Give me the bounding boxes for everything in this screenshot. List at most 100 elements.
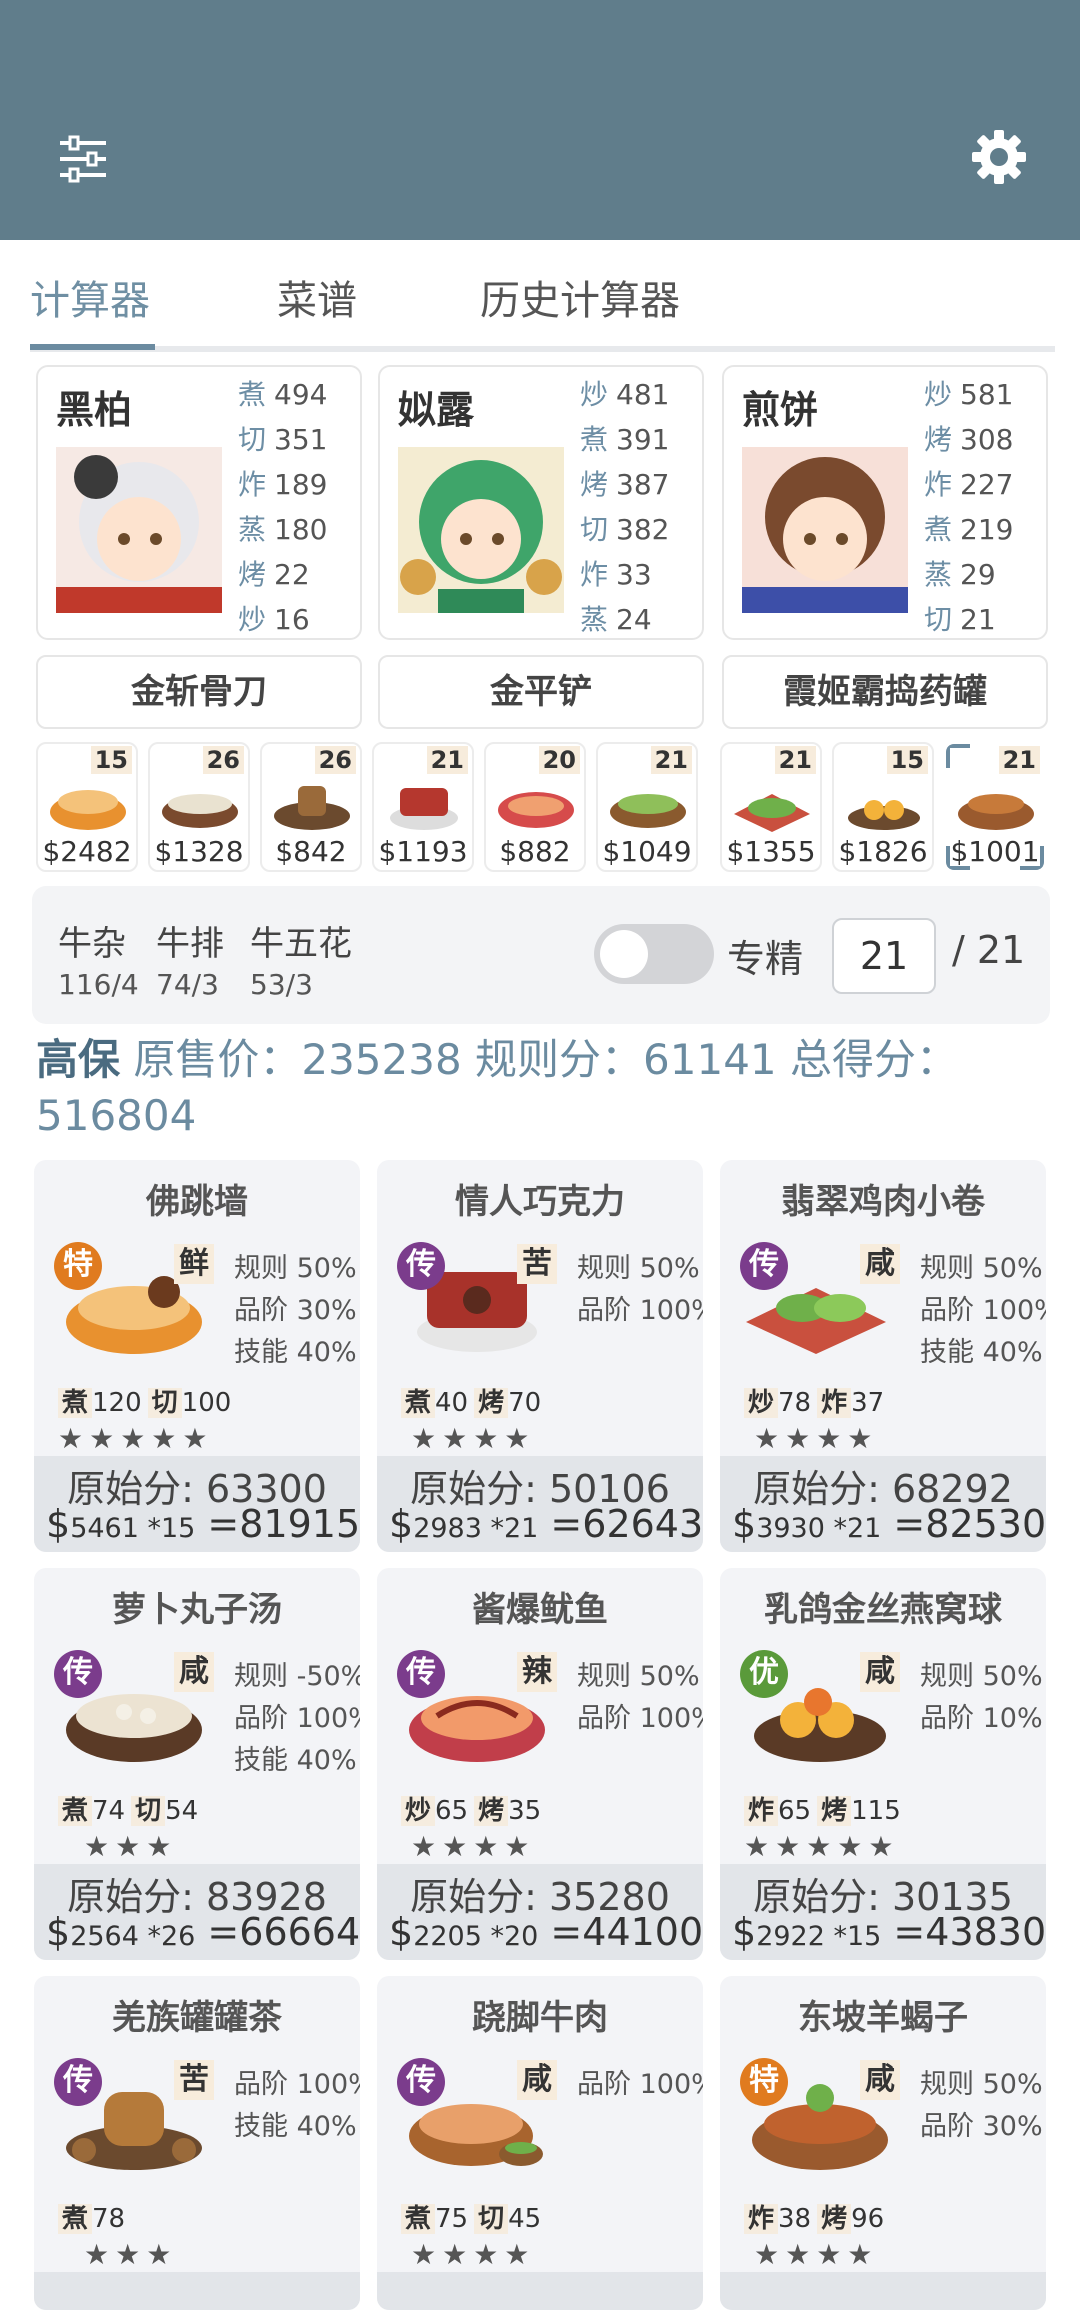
star-rating: ★★★ xyxy=(84,2238,178,2271)
dish-count: 26 xyxy=(314,746,356,774)
dish-slot-selected[interactable]: 21 $1001 xyxy=(944,742,1046,872)
specialize-toggle[interactable] xyxy=(594,924,714,984)
req-value: 65 xyxy=(778,1796,812,1826)
req-value: 115 xyxy=(851,1796,901,1826)
price-calc: $2983 *21 =62643 xyxy=(389,1502,703,1546)
summary-text: 原售价：235238 规则分：61141 总得分：516804 xyxy=(36,1035,959,1140)
flavor-badge: 辣 xyxy=(517,1652,557,1692)
req-skill: 烤 xyxy=(474,1796,509,1826)
skill-type: 炒 xyxy=(238,603,267,636)
recipe-rules: 规则 50% 品阶 100% xyxy=(577,1246,703,1330)
dish-slot[interactable]: 15 $2482 xyxy=(36,742,138,872)
skill-value: 22 xyxy=(274,558,310,591)
rule-line: 技能 40% xyxy=(920,1337,1043,1368)
dish-slot[interactable]: 21 $1049 xyxy=(596,742,698,872)
skill-value: 387 xyxy=(616,468,670,501)
skill-requirements: 炒 78 炸 37 xyxy=(744,1382,890,1419)
recipe-card[interactable]: 跷脚牛肉 传 咸 品阶 100% 煮 75 切 45 ★★★★ xyxy=(377,1976,703,2310)
chef-skills: 煮 494 切 351 炸 189 蒸 180 烤 22 炒 16 xyxy=(238,373,364,643)
score-panel xyxy=(720,2272,1046,2310)
price-calc: $5461 *15 =81915 xyxy=(46,1502,360,1546)
recipe-rules: 规则 -50% 品阶 100% 技能 40% xyxy=(234,1654,360,1780)
price-multiplier: 2922 *15 xyxy=(756,1921,882,1952)
chef-name: 黑柏 xyxy=(56,388,133,432)
dish-price: $1049 xyxy=(602,835,692,868)
equipment-slot[interactable]: 金斩骨刀 xyxy=(36,655,362,729)
recipe-card[interactable]: 酱爆鱿鱼 传 辣 规则 50% 品阶 100% 炒 65 烤 35 ★★★★ 原始分:… xyxy=(377,1568,703,1960)
req-skill: 炸 xyxy=(744,1796,779,1826)
dish-price: $1826 xyxy=(838,835,928,868)
dish-count: 21 xyxy=(998,746,1040,774)
rarity-badge: 传 xyxy=(397,1242,445,1290)
req-skill: 切 xyxy=(474,2204,509,2234)
skill-type: 煮 xyxy=(924,513,953,546)
equipment-slot[interactable]: 金平铲 xyxy=(378,655,704,729)
req-value: 45 xyxy=(508,2204,542,2234)
dish-count: 21 xyxy=(650,746,692,774)
req-value: 96 xyxy=(851,2204,885,2234)
recipe-total: 81915 xyxy=(239,1502,360,1546)
equipment-slot[interactable]: 霞姬霸捣药罐 xyxy=(722,655,1048,729)
gear-icon[interactable] xyxy=(970,128,1028,186)
recipe-card[interactable]: 萝卜丸子汤 传 咸 规则 -50% 品阶 100% 技能 40% 煮 74 切 54 … xyxy=(34,1568,360,1960)
chef-card[interactable]: 煎饼 炒 581 烤 308 炸 227 煮 219 蒸 29 切 21 xyxy=(722,365,1048,640)
dish-slot[interactable]: 20 $882 xyxy=(484,742,586,872)
req-value: 78 xyxy=(92,2204,126,2234)
tab-calculator[interactable]: 计算器 xyxy=(30,268,150,326)
chef-card[interactable]: 黑柏 煮 494 切 351 炸 189 蒸 180 烤 22 炒 16 xyxy=(36,365,362,640)
recipe-card[interactable]: 东坡羊蝎子 特 咸 规则 50% 品阶 30% 炸 38 烤 96 ★★★★ xyxy=(720,1976,1046,2310)
skill-value: 21 xyxy=(960,603,996,636)
req-skill: 煮 xyxy=(58,1388,93,1418)
recipe-rules: 规则 50% 品阶 100% 技能 40% xyxy=(920,1246,1046,1372)
score-panel: 原始分: 63300 $5461 *15 =81915 xyxy=(34,1456,360,1552)
recipe-card[interactable]: 羌族罐罐茶 传 苦 品阶 100% 技能 40% 煮 78 ★★★ xyxy=(34,1976,360,2310)
skill-value: 481 xyxy=(616,378,670,411)
skill-value: 494 xyxy=(274,378,328,411)
req-value: 65 xyxy=(435,1796,469,1826)
star-rating: ★★★★ xyxy=(411,2238,536,2271)
req-value: 74 xyxy=(92,1796,126,1826)
skill-value: 219 xyxy=(960,513,1014,546)
rule-line: 规则 50% xyxy=(920,1661,1043,1692)
req-skill: 炒 xyxy=(744,1388,779,1418)
price-calc: $2922 *15 =43830 xyxy=(732,1910,1046,1954)
filter-sliders-icon[interactable] xyxy=(58,135,108,183)
dish-slot[interactable]: 26 $842 xyxy=(260,742,362,872)
skill-requirements: 煮 40 烤 70 xyxy=(401,1382,547,1419)
skill-type: 炸 xyxy=(580,558,609,591)
tab-history-calculator[interactable]: 历史计算器 xyxy=(480,268,680,326)
skill-type: 切 xyxy=(238,423,267,456)
rule-line: 规则 50% xyxy=(920,2069,1043,2100)
skill-type: 炒 xyxy=(924,378,953,411)
tab-recipes[interactable]: 菜谱 xyxy=(277,268,357,326)
skill-type: 炒 xyxy=(580,378,609,411)
dish-slot[interactable]: 15 $1826 xyxy=(832,742,934,872)
chef-card[interactable]: 姒露 炒 481 煮 391 烤 387 切 382 炸 33 蒸 24 xyxy=(378,365,704,640)
recipe-card[interactable]: 翡翠鸡肉小卷 传 咸 规则 50% 品阶 100% 技能 40% 炒 78 炸 37 … xyxy=(720,1160,1046,1552)
selection-corner xyxy=(946,744,970,768)
price-multiplier: 2564 *26 xyxy=(70,1921,196,1952)
recipe-card[interactable]: 情人巧克力 传 苦 规则 50% 品阶 100% 煮 40 烤 70 ★★★★ 原始分… xyxy=(377,1160,703,1552)
dish-image xyxy=(162,794,238,828)
flavor-badge: 咸 xyxy=(517,2060,557,2100)
flavor-badge: 咸 xyxy=(860,1244,900,1284)
rule-line: 规则 50% xyxy=(920,1253,1043,1284)
score-panel: 原始分: 83928 $2564 *26 =66664 xyxy=(34,1864,360,1960)
dish-slot[interactable]: 21 $1355 xyxy=(720,742,822,872)
dish-slot[interactable]: 26 $1328 xyxy=(148,742,250,872)
recipe-card[interactable]: 乳鸽金丝燕窝球 优 咸 规则 50% 品阶 10% 炸 65 烤 115 ★★★★★ … xyxy=(720,1568,1046,1960)
ingredient-stats: 53/3 xyxy=(250,968,313,1001)
dish-count: 15 xyxy=(886,746,928,774)
recipe-total: 62643 xyxy=(582,1502,703,1546)
star-rating: ★★★★★ xyxy=(744,1830,900,1863)
recipe-rules: 规则 50% 品阶 30% 技能 40% xyxy=(234,1246,357,1372)
count-input[interactable]: 21 xyxy=(832,918,936,994)
dish-count: 21 xyxy=(426,746,468,774)
req-value: 35 xyxy=(508,1796,542,1826)
skill-value: 581 xyxy=(960,378,1014,411)
recipe-card[interactable]: 佛跳墙 特 鲜 规则 50% 品阶 30% 技能 40% 煮 120 切 100 ★★… xyxy=(34,1160,360,1552)
recipe-total: 44100 xyxy=(582,1910,703,1954)
recipe-rules: 品阶 100% xyxy=(577,2062,703,2104)
dish-slot[interactable]: 21 $1193 xyxy=(372,742,474,872)
price-multiplier: 2205 *20 xyxy=(413,1921,539,1952)
